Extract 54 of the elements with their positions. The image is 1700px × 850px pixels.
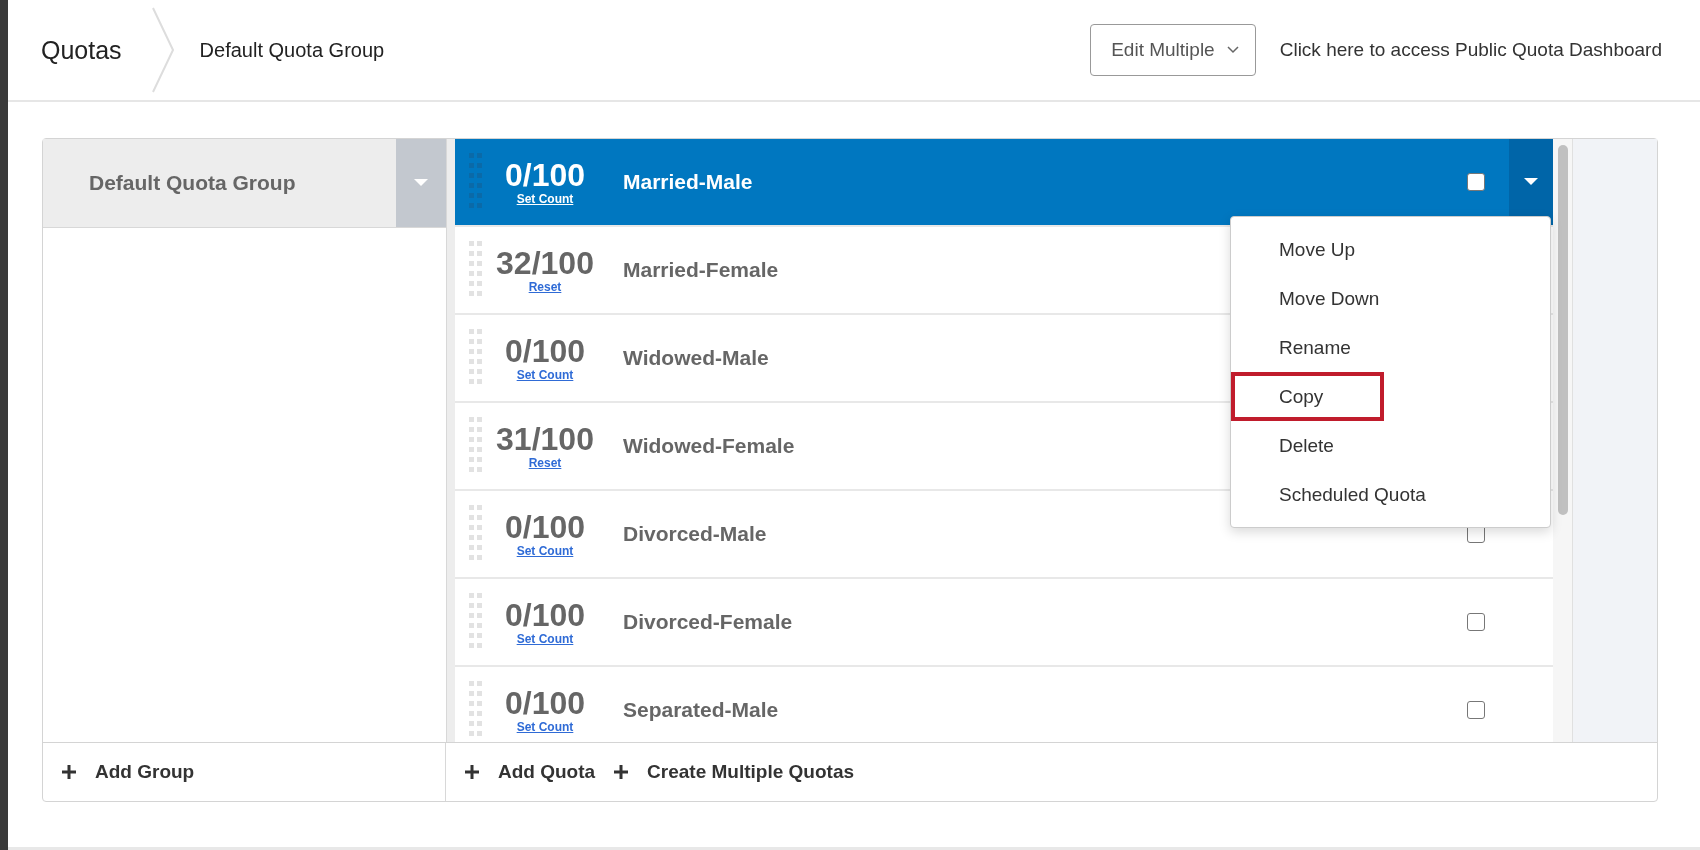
group-menu-button[interactable] — [396, 139, 446, 227]
group-item[interactable]: Default Quota Group — [43, 139, 446, 228]
quota-count: 32/100 — [496, 246, 594, 280]
plus-icon — [464, 764, 480, 780]
chevron-down-icon — [1226, 46, 1239, 54]
quota-name: Separated-Male — [623, 698, 779, 722]
group-name: Default Quota Group — [88, 170, 297, 196]
quota-count: 0/100 — [504, 686, 586, 720]
edit-multiple-dropdown[interactable]: Edit Multiple — [1090, 24, 1256, 76]
quota-count: 0/100 — [504, 334, 586, 368]
drag-handle-icon[interactable] — [469, 241, 483, 299]
caret-icon — [414, 179, 428, 187]
plus-icon — [61, 764, 77, 780]
quota-count: 0/100 — [504, 510, 586, 544]
count-link[interactable]: Set Count — [516, 544, 574, 558]
quota-name: Married-Male — [623, 170, 753, 194]
drag-handle-icon[interactable] — [469, 329, 483, 387]
scrollbar[interactable] — [1553, 139, 1572, 742]
count-link[interactable]: Reset — [528, 456, 562, 470]
drag-handle-icon[interactable] — [469, 417, 483, 475]
quota-count: 0/100 — [504, 598, 586, 632]
quota-checkbox[interactable] — [1467, 701, 1485, 719]
quota-checkbox[interactable] — [1467, 613, 1485, 631]
count-link[interactable]: Set Count — [516, 192, 574, 206]
breadcrumb-item[interactable]: Default Quota Group — [199, 38, 1091, 62]
breadcrumb-separator-icon — [151, 7, 174, 93]
count-link[interactable]: Set Count — [516, 368, 574, 382]
quota-menu-button[interactable] — [1509, 139, 1553, 225]
menu-item[interactable]: Move Up — [1231, 225, 1550, 274]
plus-icon — [613, 764, 630, 780]
drag-handle-icon[interactable] — [469, 593, 483, 651]
count-link[interactable]: Set Count — [516, 720, 574, 734]
create-multiple-quotas-button[interactable]: Create Multiple Quotas — [613, 761, 855, 783]
quota-count: 0/100 — [504, 158, 586, 192]
quota-name: Married-Female — [623, 258, 779, 282]
add-quota-button[interactable]: Add Quota — [464, 761, 596, 783]
dashboard-link[interactable]: Click here to access Public Quota Dashboard — [1279, 39, 1662, 61]
quota-row[interactable]: 0/100 Set Count Married-Male — [455, 139, 1553, 227]
count-link[interactable]: Reset — [528, 280, 562, 294]
menu-item[interactable]: Delete — [1231, 421, 1550, 470]
add-group-button[interactable]: Add Group — [61, 761, 195, 783]
quota-name: Divorced-Male — [623, 522, 767, 546]
drag-handle-icon[interactable] — [469, 505, 483, 563]
drag-handle-icon[interactable] — [469, 153, 483, 211]
caret-icon — [1524, 178, 1538, 186]
quota-name: Widowed-Female — [623, 434, 795, 458]
drag-handle-icon[interactable] — [469, 681, 483, 739]
quota-name: Divorced-Female — [623, 610, 793, 634]
menu-item[interactable]: Rename — [1231, 323, 1550, 372]
quota-name: Widowed-Male — [623, 346, 769, 370]
count-link[interactable]: Set Count — [516, 632, 574, 646]
page-title: Quotas — [41, 35, 122, 65]
quota-count: 31/100 — [496, 422, 594, 456]
quota-checkbox[interactable] — [1467, 173, 1485, 191]
